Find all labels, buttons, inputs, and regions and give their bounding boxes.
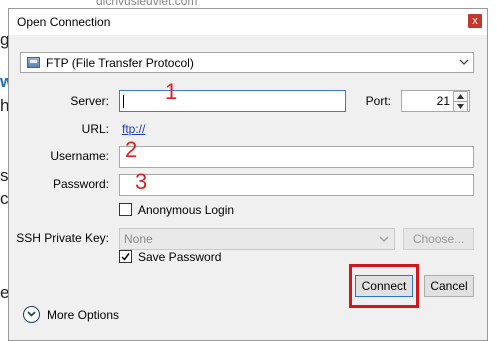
port-input[interactable]: 21	[401, 90, 470, 112]
port-label: Port:	[365, 94, 391, 108]
arrow-up-icon	[457, 94, 464, 99]
username-input[interactable]	[119, 146, 474, 168]
port-value: 21	[436, 94, 450, 108]
save-password-label[interactable]: Save Password	[138, 250, 221, 264]
ssh-key-select[interactable]: None	[119, 228, 395, 250]
url-label: URL:	[81, 122, 109, 136]
more-options-label[interactable]: More Options	[47, 308, 119, 322]
username-label: Username:	[50, 149, 109, 163]
cancel-button[interactable]: Cancel	[424, 275, 474, 297]
server-label: Server:	[70, 94, 109, 108]
protocol-select[interactable]: FTP (File Transfer Protocol)	[20, 52, 474, 73]
server-input[interactable]	[119, 90, 346, 112]
annotation-2: 2	[125, 137, 138, 162]
annotation-1: 1	[165, 79, 178, 104]
close-icon: x	[472, 15, 478, 27]
text-caret	[123, 95, 124, 108]
url-link[interactable]: ftp://	[122, 122, 145, 136]
ssh-key-value: None	[124, 232, 153, 246]
chevron-down-icon	[379, 236, 389, 242]
anonymous-login-checkbox[interactable]	[119, 203, 132, 216]
password-input[interactable]	[119, 174, 474, 196]
chevron-down-circle-icon	[27, 311, 36, 317]
ftp-drive-icon	[27, 57, 40, 68]
checkmark-icon	[121, 253, 130, 261]
open-connection-dialog: Open Connection x FTP (File Transfer Pro…	[8, 8, 488, 341]
choose-key-button[interactable]: Choose...	[403, 228, 474, 250]
protocol-value: FTP (File Transfer Protocol)	[46, 56, 194, 70]
port-decrement-button[interactable]	[453, 101, 468, 112]
more-options-toggle[interactable]	[23, 306, 40, 323]
annotation-3: 3	[135, 169, 148, 194]
chevron-down-icon	[459, 59, 469, 65]
arrow-down-icon	[457, 104, 464, 109]
close-button[interactable]: x	[468, 14, 482, 28]
title-bar: Open Connection x	[9, 9, 487, 35]
connect-button[interactable]: Connect	[355, 275, 413, 297]
password-label: Password:	[52, 177, 109, 191]
ssh-key-label: SSH Private Key:	[16, 231, 109, 245]
dialog-title: Open Connection	[17, 15, 111, 29]
save-password-checkbox[interactable]	[119, 250, 132, 263]
anonymous-login-label[interactable]: Anonymous Login	[138, 203, 234, 217]
background-text: dichvusieuviet.com	[96, 0, 198, 8]
